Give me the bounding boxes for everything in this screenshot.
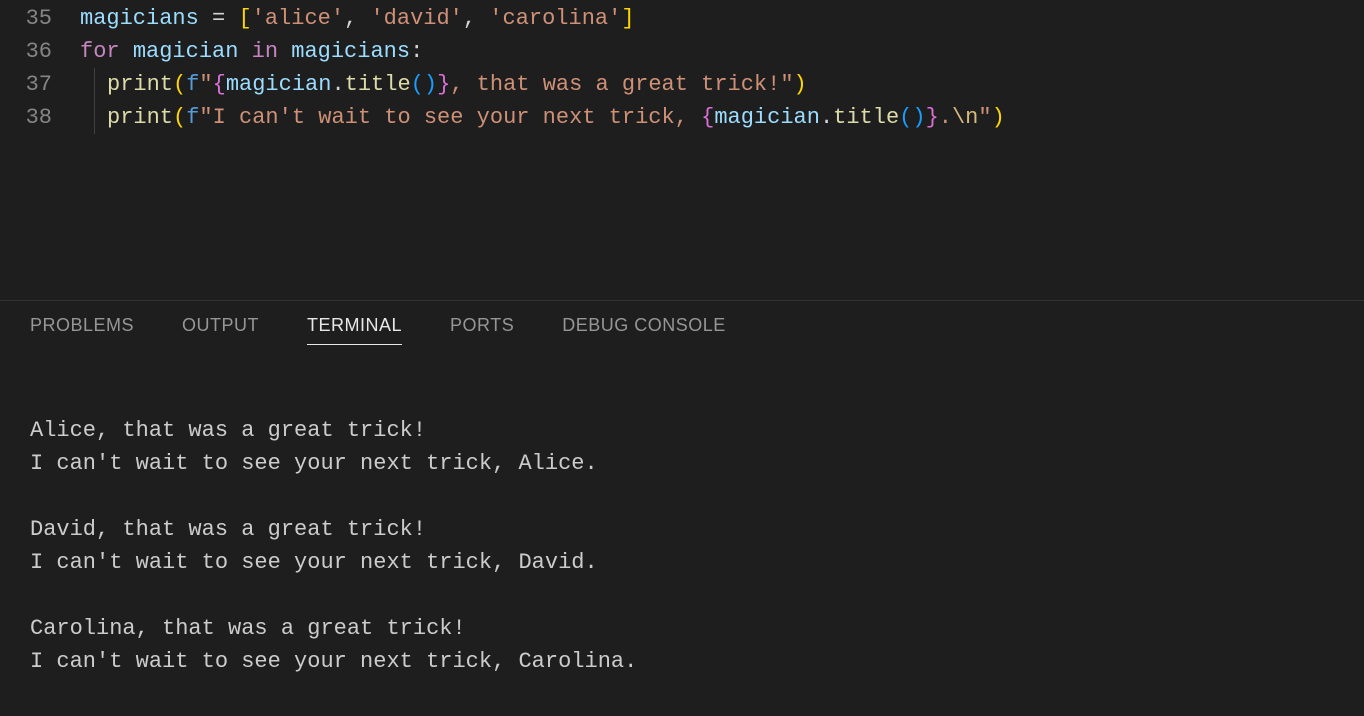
token-str: .	[939, 105, 952, 130]
token-bracket: }	[437, 72, 450, 97]
token-sp	[120, 39, 133, 64]
token-str: "	[199, 72, 212, 97]
code-content[interactable]: print(f"{magician.title()}, that was a g…	[80, 68, 807, 101]
code-line[interactable]: 37 print(f"{magician.title()}, that was …	[0, 68, 1364, 101]
token-str: 'david'	[370, 6, 462, 31]
token-kw: in	[252, 39, 278, 64]
token-sp	[238, 39, 251, 64]
token-var: magicians	[291, 39, 410, 64]
token-punc: .	[331, 72, 344, 97]
token-var: magician	[226, 72, 332, 97]
token-bracket: [	[238, 6, 251, 31]
token-punc: ,	[463, 6, 489, 31]
token-bracket: (	[411, 72, 424, 97]
token-bracket: {	[213, 72, 226, 97]
token-bracket: ]	[621, 6, 634, 31]
token-punc: ,	[344, 6, 370, 31]
token-str: , that was a great trick!	[450, 72, 780, 97]
token-bracket: {	[701, 105, 714, 130]
code-content[interactable]: for magician in magicians:	[80, 39, 423, 64]
code-editor[interactable]: 35 magicians = ['alice', 'david', 'carol…	[0, 0, 1364, 300]
token-kw: for	[80, 39, 120, 64]
token-var: magicians	[80, 6, 199, 31]
token-bracket: )	[912, 105, 925, 130]
indent-guide	[94, 101, 107, 134]
tab-ports[interactable]: PORTS	[450, 315, 514, 345]
token-func: print	[107, 105, 173, 130]
token-func: title	[345, 72, 411, 97]
token-var: magician	[133, 39, 239, 64]
token-str: 'alice'	[252, 6, 344, 31]
token-str: I can't wait to see your next trick,	[213, 105, 701, 130]
code-line[interactable]: 36 for magician in magicians:	[0, 35, 1364, 68]
token-str: "	[780, 72, 793, 97]
token-punc: .	[820, 105, 833, 130]
token-func: title	[833, 105, 899, 130]
token-bracket: )	[794, 72, 807, 97]
code-content[interactable]: print(f"I can't wait to see your next tr…	[80, 101, 1005, 134]
token-bracket: (	[173, 105, 186, 130]
token-op: =	[199, 6, 239, 31]
token-escape: \n	[952, 105, 978, 130]
token-bracket: (	[899, 105, 912, 130]
code-line[interactable]: 35 magicians = ['alice', 'david', 'carol…	[0, 2, 1364, 35]
line-number: 35	[0, 6, 80, 31]
token-func: print	[107, 72, 173, 97]
token-str: 'carolina'	[489, 6, 621, 31]
token-bracket: }	[926, 105, 939, 130]
panel-tabs: PROBLEMS OUTPUT TERMINAL PORTS DEBUG CON…	[0, 301, 1364, 359]
token-str: "	[199, 105, 212, 130]
token-str: "	[978, 105, 991, 130]
tab-terminal[interactable]: TERMINAL	[307, 315, 402, 345]
tab-debug-console[interactable]: DEBUG CONSOLE	[562, 315, 726, 345]
token-bracket: )	[424, 72, 437, 97]
tab-output[interactable]: OUTPUT	[182, 315, 259, 345]
token-prefix: f	[186, 105, 199, 130]
line-number: 38	[0, 105, 80, 130]
line-number: 37	[0, 72, 80, 97]
token-punc: :	[410, 39, 423, 64]
terminal-output[interactable]: Alice, that was a great trick! I can't w…	[0, 359, 1364, 678]
indent-guide	[94, 68, 107, 101]
code-content[interactable]: magicians = ['alice', 'david', 'carolina…	[80, 6, 635, 31]
tab-problems[interactable]: PROBLEMS	[30, 315, 134, 345]
line-number: 36	[0, 39, 80, 64]
token-var: magician	[714, 105, 820, 130]
token-prefix: f	[186, 72, 199, 97]
code-line[interactable]: 38 print(f"I can't wait to see your next…	[0, 101, 1364, 134]
token-bracket: )	[992, 105, 1005, 130]
token-bracket: (	[173, 72, 186, 97]
token-sp	[278, 39, 291, 64]
